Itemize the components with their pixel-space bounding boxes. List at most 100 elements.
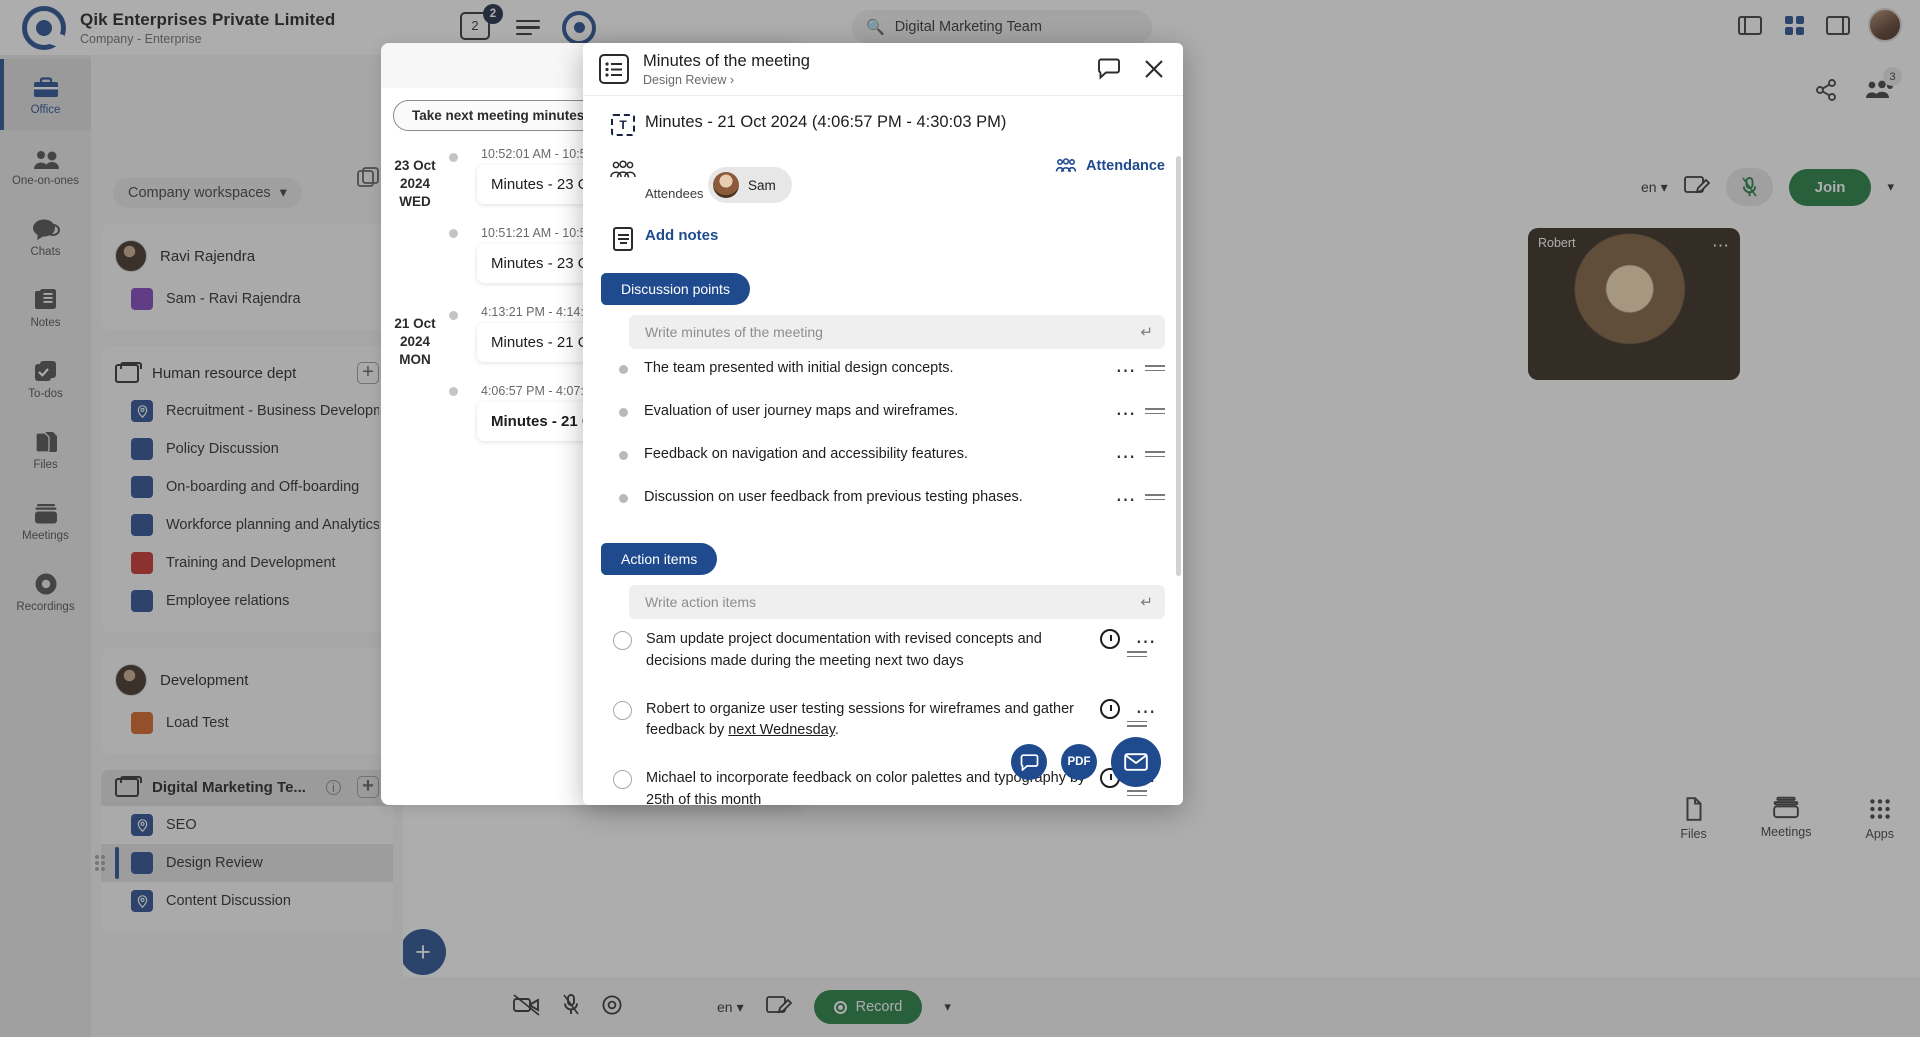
modal-breadcrumb: Design Review › <box>643 73 810 87</box>
edit-icon[interactable] <box>1683 174 1710 201</box>
bottom-edit-icon[interactable] <box>765 994 792 1021</box>
action-item-checkbox[interactable] <box>613 770 632 789</box>
list-item[interactable]: Recruitment - Business Developme <box>101 392 393 430</box>
pdf-export-button[interactable]: PDF <box>1061 744 1097 780</box>
grid-view-icon[interactable] <box>1780 13 1808 37</box>
more-options-icon[interactable]: ⋯ <box>1712 236 1730 256</box>
rail-item-chats[interactable]: Chats <box>0 201 91 272</box>
camera-off-icon[interactable] <box>513 993 541 1021</box>
enter-icon[interactable]: ↵ <box>1140 323 1153 341</box>
discussion-input[interactable]: Write minutes of the meeting ↵ <box>629 315 1165 349</box>
add-board-button[interactable]: + <box>357 776 379 798</box>
tab-meetings[interactable]: Meetings <box>1761 796 1812 841</box>
drag-handle-icon[interactable] <box>1127 790 1147 796</box>
drag-handle-icon[interactable] <box>95 855 107 871</box>
mic-toggle[interactable] <box>1725 168 1773 206</box>
left-panel-toggle-icon[interactable] <box>1736 13 1764 37</box>
menu-icon[interactable] <box>516 19 540 36</box>
workspace-group-header[interactable]: Human resource dept + <box>101 356 393 392</box>
drag-handle-icon[interactable] <box>1127 720 1147 727</box>
qik-logo-icon[interactable] <box>562 10 596 45</box>
attendance-link[interactable]: Attendance <box>1055 158 1165 174</box>
drag-handle-icon[interactable] <box>1145 358 1165 371</box>
calendar-button[interactable]: 2 2 <box>460 3 503 44</box>
record-chevron-icon[interactable]: ▾ <box>944 999 951 1015</box>
participants-icon[interactable]: 3 <box>1864 67 1902 106</box>
company-workspaces-dropdown[interactable]: Company workspaces ▾ <box>113 178 302 208</box>
list-item[interactable]: Policy Discussion <box>101 430 393 468</box>
action-item-due-text[interactable]: this month <box>694 792 761 805</box>
rail-item-notes[interactable]: Notes <box>0 272 91 343</box>
list-item[interactable]: Sam - Ravi Rajendra <box>101 280 393 318</box>
search-input[interactable]: 🔍 Digital Marketing Team <box>852 10 1152 44</box>
list-item[interactable]: On-boarding and Off-boarding <box>101 468 393 506</box>
action-item-text-main: Robert to organize user testing sessions… <box>646 700 1074 739</box>
drag-handle-icon[interactable] <box>1145 487 1165 500</box>
action-item-checkbox[interactable] <box>613 700 632 720</box>
bottom-language-selector[interactable]: en ▾ <box>717 999 744 1016</box>
user-avatar[interactable] <box>1868 8 1902 42</box>
list-item[interactable]: SEO <box>101 806 393 844</box>
add-workspace-icon[interactable] <box>357 167 381 194</box>
rail-item-one-on-ones[interactable]: One-on-ones <box>0 130 91 201</box>
more-options-icon[interactable]: ⋯ <box>1108 487 1146 512</box>
rail-item-office[interactable]: Office <box>0 59 91 130</box>
chat-icon[interactable] <box>1097 58 1121 80</box>
discussion-point-item[interactable]: Discussion on user feedback from previou… <box>601 478 1165 521</box>
attendee-chip[interactable]: Sam <box>708 167 792 203</box>
modal-scrollbar[interactable] <box>1176 156 1181 805</box>
join-button[interactable]: Join <box>1788 168 1872 206</box>
drag-handle-icon[interactable] <box>1145 444 1165 457</box>
due-date-icon[interactable] <box>1099 629 1120 649</box>
info-icon[interactable]: i <box>325 779 341 795</box>
video-tile[interactable]: Robert ⋯ <box>1528 228 1740 380</box>
due-date-icon[interactable] <box>1099 698 1120 719</box>
discussion-point-item[interactable]: The team presented with initial design c… <box>601 349 1165 392</box>
add-board-button[interactable]: + <box>357 362 379 384</box>
rail-item-files[interactable]: Files <box>0 414 91 485</box>
settings-gear-icon[interactable] <box>601 994 623 1021</box>
more-options-icon[interactable]: ⋯ <box>1108 401 1146 426</box>
language-selector[interactable]: en ▾ <box>1641 179 1668 196</box>
action-items-input[interactable]: Write action items ↵ <box>629 585 1165 619</box>
chevron-down-icon[interactable]: ▾ <box>1887 179 1894 195</box>
take-next-meeting-minutes-button[interactable]: Take next meeting minutes <box>393 100 604 131</box>
action-item-due-text[interactable]: next Wednesday <box>728 722 835 738</box>
email-fab-button[interactable] <box>1111 737 1161 787</box>
enter-icon[interactable]: ↵ <box>1140 593 1153 611</box>
list-item[interactable]: Workforce planning and Analytics <box>101 506 393 544</box>
add-notes-link[interactable]: Add notes <box>645 225 718 244</box>
list-item[interactable]: Employee relations <box>101 582 393 620</box>
rail-item-to-dos[interactable]: To-dos <box>0 343 91 414</box>
share-icon[interactable] <box>1814 78 1838 107</box>
record-button[interactable]: Record <box>813 990 923 1024</box>
tab-files[interactable]: Files <box>1680 796 1707 841</box>
list-item[interactable]: Training and Development <box>101 544 393 582</box>
add-fab-button[interactable]: + <box>400 929 446 975</box>
rail-item-meetings[interactable]: Meetings <box>0 485 91 556</box>
breadcrumb-label[interactable]: Design Review <box>643 73 726 87</box>
workspace-group-header[interactable]: Ravi Rajendra <box>101 234 393 280</box>
action-items-tab[interactable]: Action items <box>601 543 718 575</box>
mic-off-icon[interactable] <box>563 993 579 1021</box>
discussion-point-item[interactable]: Evaluation of user journey maps and wire… <box>601 392 1165 435</box>
drag-handle-icon[interactable] <box>1127 651 1147 657</box>
workspace-group-header-digital-marketing[interactable]: Digital Marketing Te... i + <box>101 770 393 806</box>
action-item[interactable]: Sam update project documentation with re… <box>601 619 1165 681</box>
comment-fab-button[interactable] <box>1011 744 1047 780</box>
more-options-icon[interactable]: ⋯ <box>1108 358 1146 383</box>
rail-item-recordings[interactable]: Recordings <box>0 556 91 627</box>
right-panel-toggle-icon[interactable] <box>1824 13 1852 37</box>
discussion-points-tab[interactable]: Discussion points <box>601 273 750 305</box>
drag-handle-icon[interactable] <box>1145 401 1165 414</box>
list-item[interactable]: Content Discussion <box>101 882 393 920</box>
discussion-point-item[interactable]: Feedback on navigation and accessibility… <box>601 435 1165 478</box>
close-icon[interactable] <box>1143 58 1165 80</box>
tab-apps[interactable]: Apps <box>1866 796 1894 841</box>
action-item-checkbox[interactable] <box>613 631 632 650</box>
list-item-design-review[interactable]: Design Review <box>95 844 393 882</box>
workspace-group-header[interactable]: Development <box>101 658 393 704</box>
more-options-icon[interactable]: ⋯ <box>1108 444 1146 469</box>
list-item[interactable]: Load Test <box>101 704 393 742</box>
add-notes-row[interactable]: Add notes <box>601 203 1165 251</box>
